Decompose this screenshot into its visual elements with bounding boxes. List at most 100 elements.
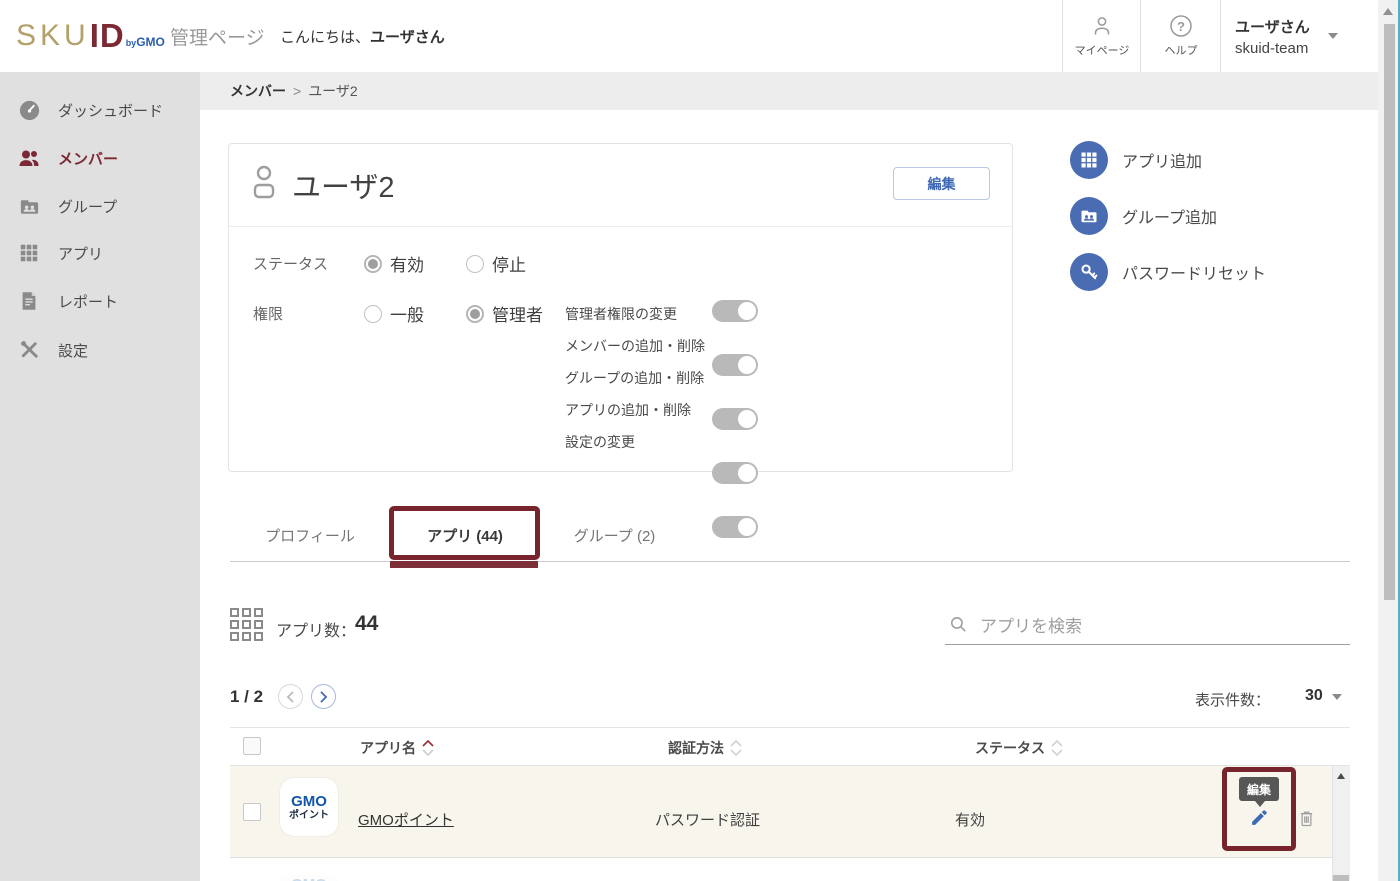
scrollbar-up-arrow[interactable] xyxy=(1383,8,1393,15)
apps-add-icon xyxy=(1070,141,1108,179)
sidebar-item-groups[interactable]: グループ xyxy=(0,184,200,228)
radio-unselected-icon[interactable] xyxy=(466,255,484,273)
help-button[interactable]: ? ヘルプ xyxy=(1140,0,1221,72)
toggle-group-addremove[interactable] xyxy=(712,408,758,430)
radio-selected-icon[interactable] xyxy=(364,255,382,273)
permission-option-general[interactable]: 一般 xyxy=(364,301,424,326)
logo-sku: SKU xyxy=(16,19,90,53)
members-icon xyxy=(17,146,41,170)
row-checkbox[interactable] xyxy=(243,803,261,821)
tab-profile[interactable]: プロフィール xyxy=(240,522,380,548)
skuid-logo[interactable]: SKU ID by GMO xyxy=(16,0,165,72)
app-logo-text-1: GMO xyxy=(291,794,327,809)
column-header-app-name[interactable]: アプリ名 xyxy=(360,738,434,758)
sort-desc-icon xyxy=(1051,749,1063,756)
quick-action-password-reset[interactable]: パスワードリセット xyxy=(1070,253,1266,291)
active-tab-underline xyxy=(390,561,538,568)
radio-selected-icon[interactable] xyxy=(466,305,484,323)
settings-icon xyxy=(17,338,41,362)
table-scrollbar-up-arrow[interactable] xyxy=(1337,773,1345,779)
toggle-app-addremove[interactable] xyxy=(712,462,758,484)
chevron-down-icon[interactable] xyxy=(1332,694,1342,700)
tooltip-arrow xyxy=(1255,801,1265,807)
column-header-auth-method[interactable]: 認証方法 xyxy=(668,738,742,758)
sort-desc-icon xyxy=(422,749,434,756)
chevron-down-icon xyxy=(1328,33,1338,39)
logo-id: ID xyxy=(90,17,125,55)
reports-icon xyxy=(17,289,41,313)
toggle-label-admin-change: 管理者権限の変更 xyxy=(565,304,677,324)
column-label: ステータス xyxy=(975,738,1045,758)
tab-groups[interactable]: グループ (2) xyxy=(552,522,677,548)
quick-action-label: アプリ追加 xyxy=(1122,148,1202,172)
highlight-box-tab-apps xyxy=(389,506,540,560)
permission-option-admin[interactable]: 管理者 xyxy=(466,301,543,326)
quick-action-add-app[interactable]: アプリ追加 xyxy=(1070,141,1202,179)
sort-icons[interactable] xyxy=(422,740,434,756)
sort-asc-icon xyxy=(1051,740,1063,747)
search-icon xyxy=(949,615,968,639)
status-label: ステータス xyxy=(253,253,328,274)
app-name-link[interactable]: GMOポイント xyxy=(358,809,454,830)
select-all-checkbox[interactable] xyxy=(243,737,261,755)
edit-tooltip: 編集 xyxy=(1239,777,1279,801)
app-logo: GMO ポイント xyxy=(280,778,338,836)
page-scrollbar-thumb[interactable] xyxy=(1384,24,1395,600)
person-icon xyxy=(1090,14,1114,38)
quick-action-label: グループ追加 xyxy=(1122,204,1217,228)
toggle-admin-change[interactable] xyxy=(712,300,758,322)
pagination-label: 1 / 2 xyxy=(230,687,263,707)
pagination-prev-button[interactable] xyxy=(278,684,303,709)
search-input[interactable] xyxy=(978,616,1322,638)
sort-icons[interactable] xyxy=(730,740,742,756)
sort-asc-icon xyxy=(730,740,742,747)
sidebar-item-label: レポート xyxy=(58,291,118,312)
next-row-logo-partial: GMO xyxy=(280,874,338,881)
sidebar-item-dashboard[interactable]: ダッシュボード xyxy=(0,88,200,132)
page-size-label: 表示件数： xyxy=(1195,689,1270,710)
toggle-label-group-addremove: グループの追加・削除 xyxy=(565,368,704,388)
table-scrollbar-thumb[interactable] xyxy=(1333,875,1349,881)
account-menu[interactable]: ユーザさん skuid-team xyxy=(1220,0,1378,72)
help-glyph: ? xyxy=(1177,19,1185,34)
delete-row-button[interactable] xyxy=(1293,805,1319,831)
sort-icons[interactable] xyxy=(1051,740,1063,756)
apps-icon xyxy=(17,241,41,265)
sidebar-item-settings[interactable]: 設定 xyxy=(0,328,200,372)
radio-label: 一般 xyxy=(390,301,424,326)
greeting-text: こんにちは、 ユーザさん xyxy=(280,0,445,72)
sidebar-item-label: ダッシュボード xyxy=(58,100,163,121)
logo-gmo: GMO xyxy=(136,35,165,49)
column-header-status[interactable]: ステータス xyxy=(975,738,1063,758)
sidebar-item-reports[interactable]: レポート xyxy=(0,279,200,323)
app-search xyxy=(945,610,1350,645)
table-scrollbar[interactable] xyxy=(1332,766,1350,881)
page-size-select[interactable]: 30 xyxy=(1305,687,1323,705)
app-count-label: アプリ数： xyxy=(276,617,356,641)
sidebar-item-apps[interactable]: アプリ xyxy=(0,231,200,275)
quick-action-add-group[interactable]: グループ追加 xyxy=(1070,197,1217,235)
breadcrumb-link-members[interactable]: メンバー xyxy=(230,81,286,101)
breadcrumb-current: ユーザ2 xyxy=(308,81,358,101)
sidebar-item-label: アプリ xyxy=(58,243,103,264)
radio-label: 有効 xyxy=(390,251,424,276)
pagination-next-button[interactable] xyxy=(311,684,336,709)
page-title-user: ユーザ2 xyxy=(292,164,395,206)
table-top-border xyxy=(230,727,1350,728)
radio-unselected-icon[interactable] xyxy=(364,305,382,323)
sidebar-item-label: 設定 xyxy=(58,340,88,361)
mypage-button[interactable]: マイページ xyxy=(1062,0,1141,72)
quick-action-label: パスワードリセット xyxy=(1122,260,1266,284)
edit-user-button[interactable]: 編集 xyxy=(893,167,990,200)
dashboard-icon xyxy=(17,98,41,122)
greeting-prefix: こんにちは、 xyxy=(280,26,370,47)
status-option-suspended[interactable]: 停止 xyxy=(466,251,526,276)
toggle-label-settings-change: 設定の変更 xyxy=(565,432,635,452)
sidebar-item-label: グループ xyxy=(58,196,117,217)
toggle-label-member-addremove: メンバーの追加・削除 xyxy=(565,336,705,356)
permission-label: 権限 xyxy=(253,303,283,324)
toggle-settings-change[interactable] xyxy=(712,516,758,538)
status-option-active[interactable]: 有効 xyxy=(364,251,424,276)
toggle-member-addremove[interactable] xyxy=(712,354,758,376)
sidebar-item-members[interactable]: メンバー xyxy=(0,136,200,180)
